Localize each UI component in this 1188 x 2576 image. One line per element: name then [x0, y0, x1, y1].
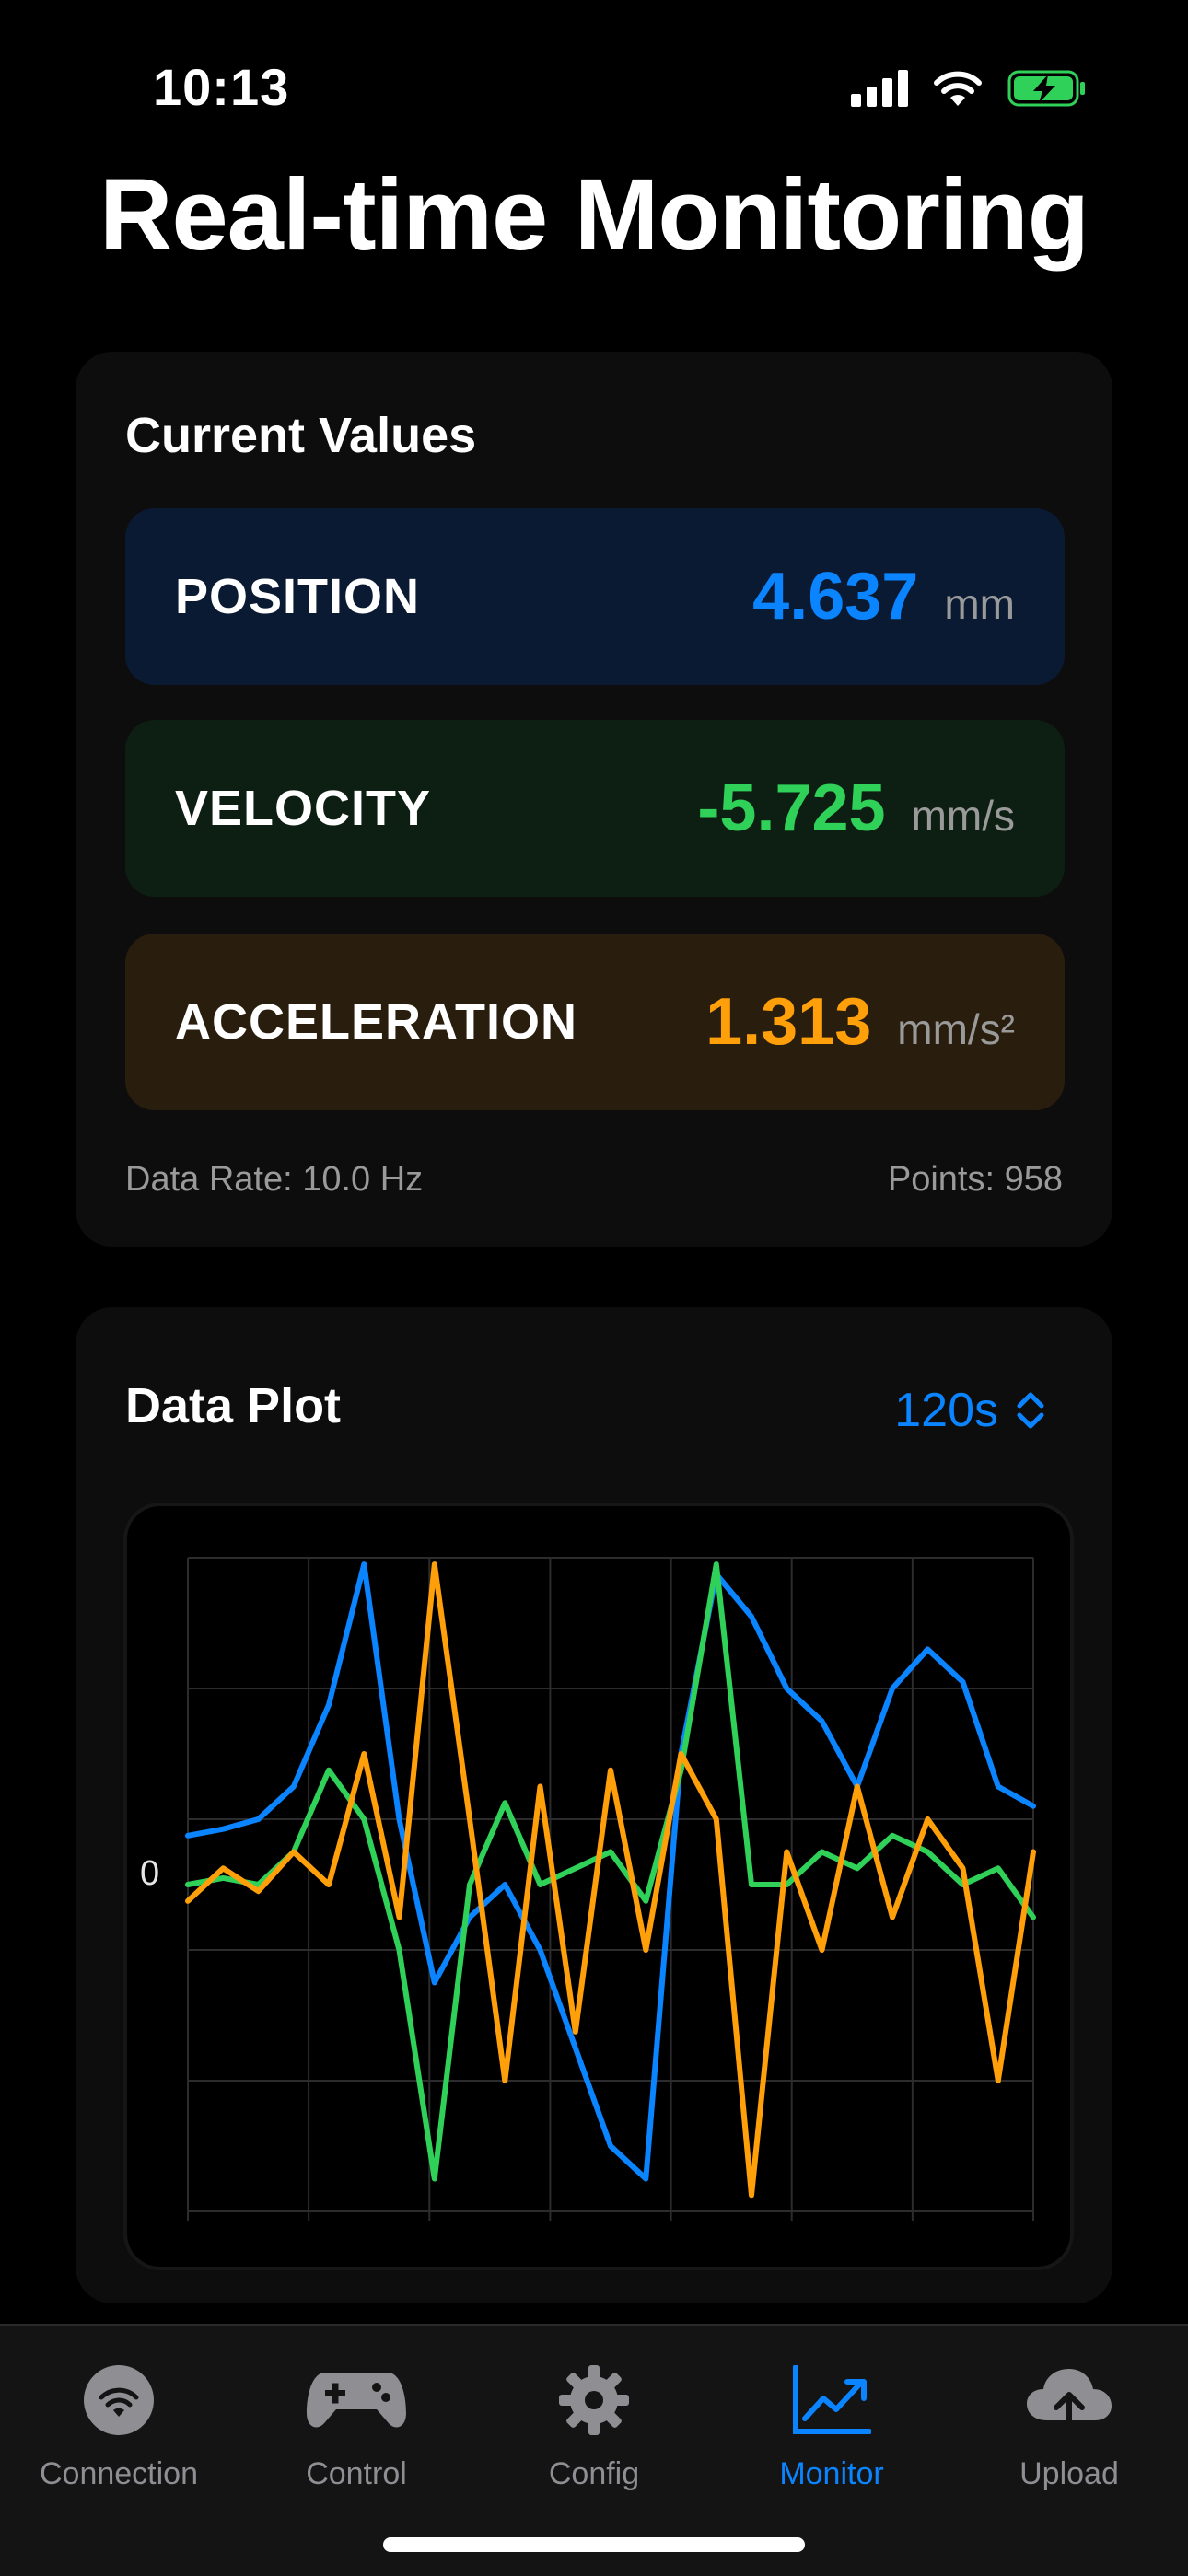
- tab-control-label: Control: [306, 2456, 407, 2491]
- tab-config-label: Config: [548, 2456, 640, 2491]
- acceleration-label: ACCELERATION: [175, 994, 577, 1050]
- series-line-2: [185, 1561, 1036, 2199]
- home-indicator: [383, 2537, 805, 2552]
- data-plot-heading: Data Plot: [125, 1378, 342, 1433]
- status-time: 10:13: [153, 58, 290, 116]
- acceleration-unit: mm/s²: [897, 1005, 1015, 1053]
- points-count-text: Points: 958: [887, 1160, 1063, 1199]
- tab-connection[interactable]: Connection: [0, 2350, 238, 2492]
- battery-charging-icon: [1007, 70, 1085, 107]
- position-unit: mm: [944, 580, 1015, 628]
- chevron-up-down-icon: [1017, 1392, 1044, 1429]
- chart-line-icon: [793, 2365, 871, 2434]
- velocity-value: -5.725: [697, 772, 886, 845]
- acceleration-value: 1.313: [705, 985, 872, 1059]
- acceleration-row: ACCELERATION 1.313 mm/s²: [125, 934, 1065, 1110]
- gear-icon: [559, 2365, 629, 2435]
- position-row: POSITION 4.637 mm: [125, 508, 1065, 685]
- status-bar: 10:13: [0, 0, 1188, 175]
- tab-config[interactable]: Config: [475, 2350, 713, 2492]
- velocity-unit: mm/s: [911, 792, 1015, 840]
- wifi-icon: [934, 71, 982, 106]
- velocity-row: VELOCITY -5.725 mm/s: [125, 720, 1065, 897]
- tab-monitor-label: Monitor: [779, 2456, 884, 2491]
- position-label: POSITION: [175, 569, 421, 624]
- wifi-circle-icon: [84, 2365, 154, 2435]
- tab-connection-label: Connection: [39, 2456, 198, 2491]
- gamepad-icon: [307, 2373, 406, 2428]
- data-rate-text: Data Rate: 10.0 Hz: [125, 1160, 424, 1199]
- plot-area[interactable]: 0: [123, 1503, 1074, 2270]
- current-values-card: Current Values POSITION 4.637 mm VELOCIT…: [76, 352, 1112, 1247]
- tab-upload[interactable]: Upload: [950, 2350, 1188, 2492]
- time-range-value: 120s: [894, 1384, 998, 1437]
- status-icons: [851, 68, 1087, 109]
- velocity-label: VELOCITY: [175, 781, 432, 836]
- cloud-upload-icon: [1027, 2369, 1112, 2437]
- time-range-picker[interactable]: 120s: [894, 1383, 1046, 1438]
- tab-upload-label: Upload: [1019, 2456, 1119, 2491]
- position-value: 4.637: [752, 560, 919, 633]
- current-values-heading: Current Values: [125, 408, 477, 463]
- page-title: Real-time Monitoring: [99, 158, 1089, 272]
- chart-grid: [187, 1557, 1034, 2221]
- cellular-signal-icon: [851, 70, 908, 107]
- data-plot-chart: [185, 1557, 1036, 2221]
- data-plot-card: Data Plot 120s 0: [76, 1307, 1112, 2303]
- tab-control[interactable]: Control: [238, 2350, 475, 2492]
- tab-monitor[interactable]: Monitor: [713, 2350, 950, 2492]
